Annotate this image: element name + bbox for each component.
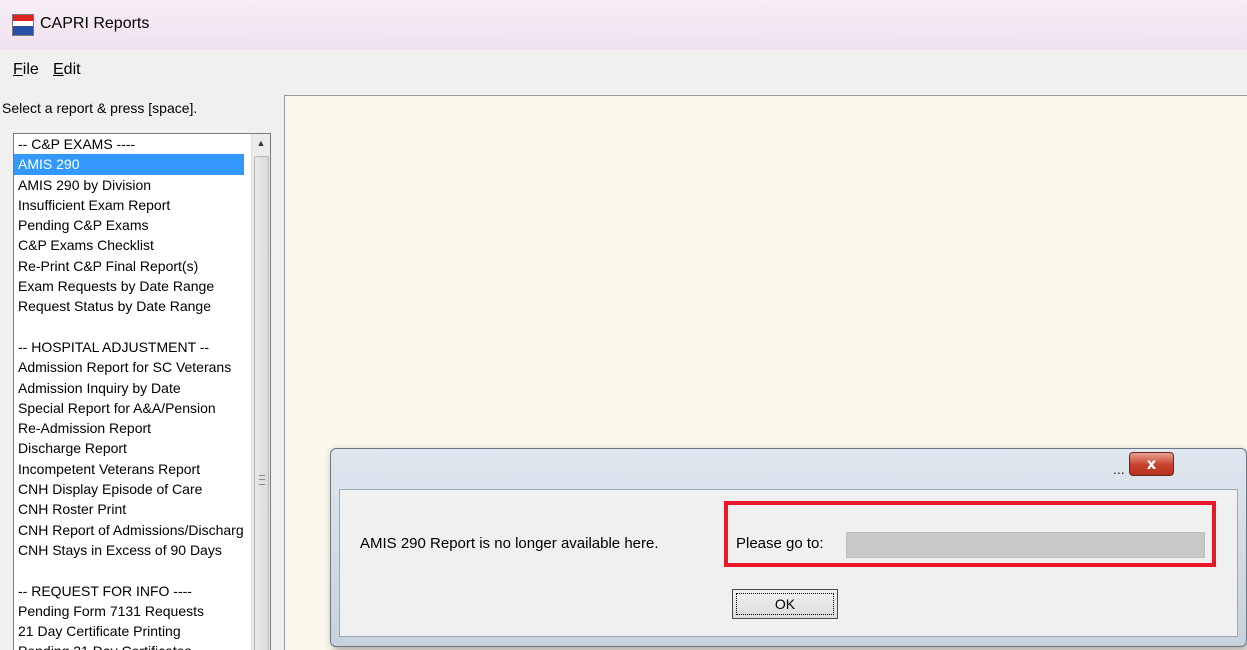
dialog-message: AMIS 290 Report is no longer available h…: [360, 535, 659, 552]
vertical-scrollbar[interactable]: ▲: [251, 134, 270, 650]
window-title: CAPRI Reports: [40, 15, 150, 32]
scroll-grip-icon: [259, 475, 265, 485]
close-icon: x: [1146, 455, 1157, 473]
menu-edit[interactable]: Edit: [53, 61, 81, 79]
list-item[interactable]: Exam Requests by Date Range: [14, 276, 244, 296]
report-instruction: Select a report & press [space].: [2, 100, 198, 116]
list-item[interactable]: Special Report for A&A/Pension: [14, 398, 244, 418]
menu-file-mnemonic: F: [13, 61, 23, 78]
list-item[interactable]: CNH Roster Print: [14, 499, 244, 519]
list-item[interactable]: Re-Print C&P Final Report(s): [14, 256, 244, 276]
menu-edit-rest: dit: [63, 61, 81, 78]
report-list-items: -- C&P EXAMS ---- AMIS 290 AMIS 290 by Div…: [14, 134, 244, 650]
menu-bar: File Edit: [0, 50, 1247, 92]
menu-file[interactable]: File: [13, 61, 39, 79]
list-item[interactable]: Discharge Report: [14, 438, 244, 458]
report-listbox[interactable]: -- C&P EXAMS ---- AMIS 290 AMIS 290 by Div…: [13, 133, 271, 650]
goto-location-field: [846, 532, 1205, 558]
menu-file-rest: ile: [22, 61, 39, 78]
goto-label: Please go to:: [736, 535, 824, 552]
list-item[interactable]: CNH Report of Admissions/Discharges: [14, 520, 244, 540]
list-item[interactable]: Insufficient Exam Report: [14, 195, 244, 215]
message-dialog: ... x AMIS 290 Report is no longer avail…: [330, 448, 1247, 647]
list-item[interactable]: Pending Form 7131 Requests: [14, 601, 244, 621]
list-item[interactable]: C&P Exams Checklist: [14, 235, 244, 255]
dialog-body: AMIS 290 Report is no longer available h…: [339, 489, 1238, 637]
ok-button[interactable]: OK: [732, 589, 838, 619]
list-item[interactable]: AMIS 290 by Division: [14, 175, 244, 195]
title-bar: CAPRI Reports: [0, 0, 1247, 50]
close-button[interactable]: x: [1129, 452, 1174, 476]
scroll-up-arrow-icon[interactable]: ▲: [252, 134, 270, 152]
list-item[interactable]: Re-Admission Report: [14, 418, 244, 438]
list-item[interactable]: Request Status by Date Range: [14, 296, 244, 316]
list-item[interactable]: CNH Stays in Excess of 90 Days: [14, 540, 244, 560]
list-item[interactable]: Admission Inquiry by Date: [14, 378, 244, 398]
focus-rect: [736, 593, 834, 615]
list-item[interactable]: -- HOSPITAL ADJUSTMENT --: [14, 337, 244, 357]
dialog-title: ...: [1113, 461, 1125, 477]
list-item[interactable]: Admission Report for SC Veterans: [14, 357, 244, 377]
capri-app-icon: [12, 14, 34, 36]
list-item[interactable]: -- REQUEST FOR INFO ----: [14, 581, 244, 601]
list-item[interactable]: -- C&P EXAMS ----: [14, 134, 244, 154]
list-item[interactable]: 21 Day Certificate Printing: [14, 621, 244, 641]
menu-edit-mnemonic: E: [53, 61, 64, 78]
list-item[interactable]: AMIS 290: [14, 154, 244, 175]
list-item[interactable]: Incompetent Veterans Report: [14, 459, 244, 479]
list-item[interactable]: CNH Display Episode of Care: [14, 479, 244, 499]
list-item[interactable]: Pending C&P Exams: [14, 215, 244, 235]
scroll-thumb[interactable]: [254, 156, 269, 650]
